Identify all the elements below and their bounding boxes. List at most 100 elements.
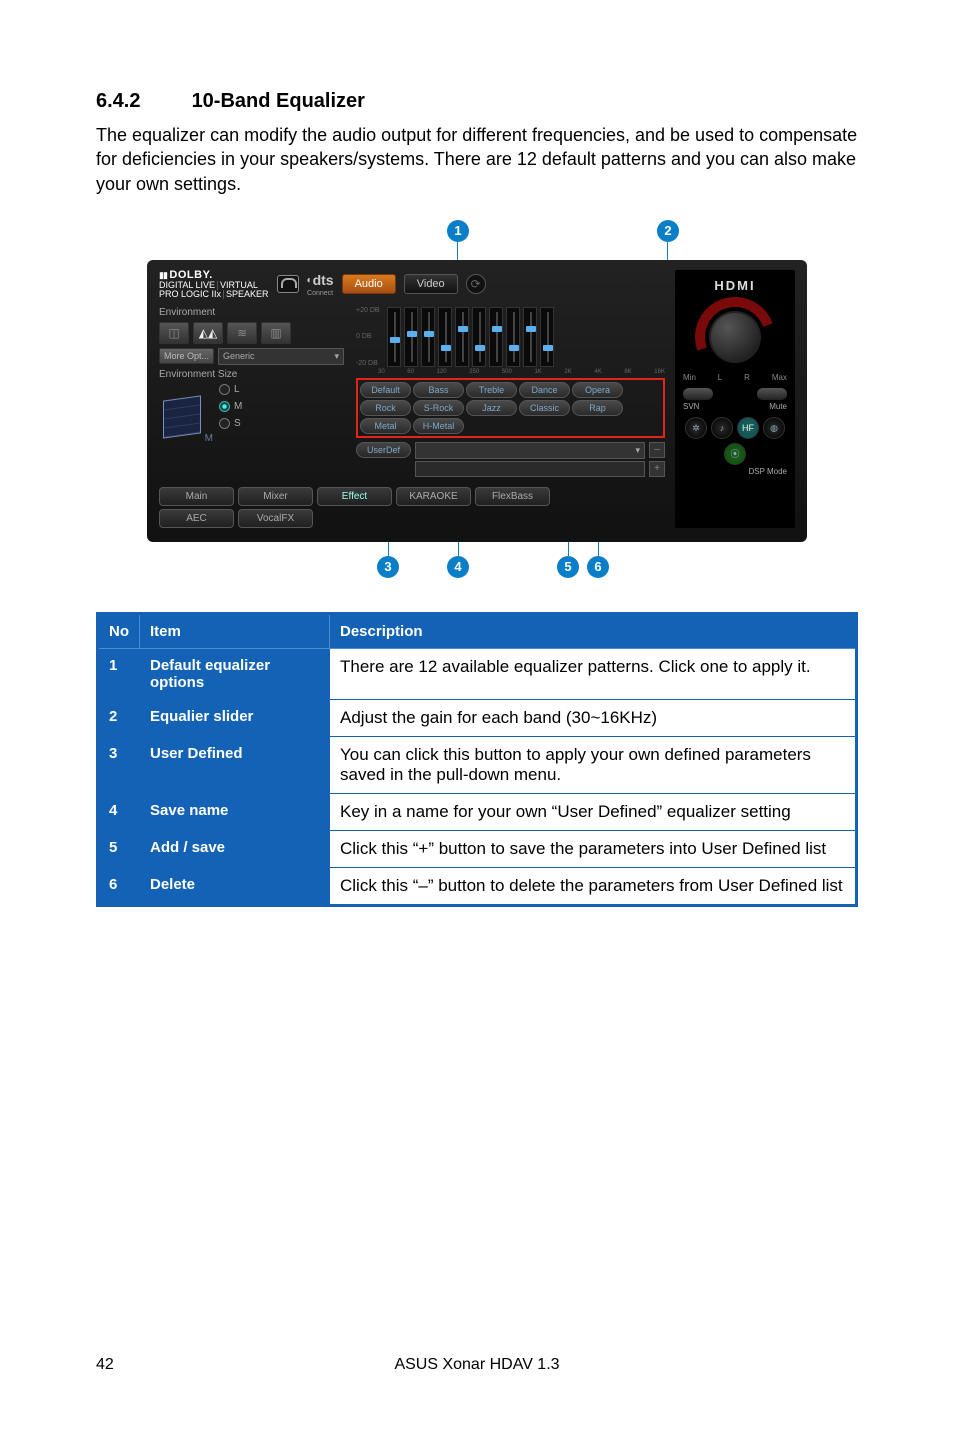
environment-label: Environment (159, 307, 344, 318)
mode-icon-2[interactable]: ♪ (711, 417, 733, 439)
row-item: Default equalizer options (140, 648, 330, 699)
callouts-top: 1 2 (147, 220, 807, 260)
preset-dance[interactable]: Dance (519, 382, 570, 398)
eq-band-slider[interactable] (387, 307, 401, 367)
section-heading: 6.4.2 10-Band Equalizer (96, 90, 858, 113)
bottom-tab-bar: Main Mixer Effect KARAOKE FlexBass (159, 487, 665, 506)
size-radio-s[interactable]: S (219, 418, 242, 429)
row-desc: Key in a name for your own “User Defined… (330, 793, 857, 830)
callout-3: 3 (377, 556, 399, 578)
eq-band-slider[interactable] (455, 307, 469, 367)
callout-5-line (568, 542, 569, 556)
eq-band-slider[interactable] (404, 307, 418, 367)
size-radio-group: L M S (219, 384, 242, 444)
row-no: 5 (98, 830, 140, 867)
delete-preset-button[interactable]: – (649, 442, 665, 458)
svn-toggle[interactable] (683, 388, 713, 400)
eq-band-slider[interactable] (540, 307, 554, 367)
preset-default[interactable]: Default (360, 382, 411, 398)
video-tab[interactable]: Video (404, 274, 458, 294)
chevron-down-icon: ▾ (334, 351, 339, 362)
tab-effect[interactable]: Effect (317, 487, 392, 506)
callout-2-line (667, 242, 668, 260)
row-no: 2 (98, 699, 140, 736)
eq-band-slider[interactable] (421, 307, 435, 367)
tab-vocalfx[interactable]: VocalFX (238, 509, 313, 528)
preset-metal[interactable]: Metal (360, 418, 411, 434)
eq-band-label: 250 (469, 369, 479, 375)
environment-size-label: Environment Size (159, 369, 344, 380)
row-no: 4 (98, 793, 140, 830)
env-icon-bathroom[interactable]: ◫ (159, 322, 189, 344)
mode-icon-5[interactable]: ⦿ (724, 443, 746, 465)
eq-band-slider[interactable] (472, 307, 486, 367)
preset-jazz[interactable]: Jazz (466, 400, 517, 416)
refresh-icon[interactable]: ⟳ (466, 274, 486, 294)
env-icon-mountain[interactable]: ◭◭ (193, 322, 223, 344)
mute-toggle[interactable] (757, 388, 787, 400)
userdef-button[interactable]: UserDef (356, 442, 411, 458)
eq-band-label: 4K (594, 369, 601, 375)
size-radio-l[interactable]: L (219, 384, 242, 395)
userdef-dropdown[interactable]: ▾ (415, 442, 645, 459)
env-icon-hall[interactable]: ▥ (261, 322, 291, 344)
row-item: Delete (140, 867, 330, 905)
row-desc: Click this “+” button to save the parame… (330, 830, 857, 867)
mode-icon-1[interactable]: ✲ (685, 417, 707, 439)
mode-icon-hf[interactable]: HF (737, 417, 759, 439)
preset-opera[interactable]: Opera (572, 382, 623, 398)
row-desc: You can click this button to apply your … (330, 736, 857, 793)
eq-band-label: 60 (407, 369, 414, 375)
env-icon-underwater[interactable]: ≋ (227, 322, 257, 344)
eq-band-slider[interactable] (489, 307, 503, 367)
tab-main[interactable]: Main (159, 487, 234, 506)
callout-1-line (457, 242, 458, 260)
preset-hmetal[interactable]: H-Metal (413, 418, 464, 434)
eq-band-slider[interactable] (506, 307, 520, 367)
preset-rap[interactable]: Rap (572, 400, 623, 416)
row-no: 3 (98, 736, 140, 793)
size-radio-m[interactable]: M (219, 401, 242, 412)
add-preset-button[interactable]: + (649, 461, 665, 477)
callout-2: 2 (657, 220, 679, 242)
row-desc: Adjust the gain for each band (30~16KHz) (330, 699, 857, 736)
chevron-down-icon: ▾ (635, 445, 640, 456)
product-name: ASUS Xonar HDAV 1.3 (176, 1356, 778, 1374)
preset-treble[interactable]: Treble (466, 382, 517, 398)
screenshot-figure: 1 2 ▮▮ DOLBY. DIGITAL LIVE VIRTUAL PRO L… (147, 220, 807, 582)
eq-band-label: 16K (654, 369, 665, 375)
volume-sidebar: HDMI Min L R Max SVN Mute ✲ ♪ (675, 270, 795, 528)
preset-rock[interactable]: Rock (360, 400, 411, 416)
eq-band-slider[interactable] (523, 307, 537, 367)
table-row: 3User DefinedYou can click this button t… (98, 736, 857, 793)
tab-aec[interactable]: AEC (159, 509, 234, 528)
preset-classic[interactable]: Classic (519, 400, 570, 416)
audio-tab[interactable]: Audio (342, 274, 396, 294)
table-row: 2Equalier sliderAdjust the gain for each… (98, 699, 857, 736)
tab-karaoke[interactable]: KARAOKE (396, 487, 471, 506)
eq-band-label: 30 (378, 369, 385, 375)
table-row: 4Save nameKey in a name for your own “Us… (98, 793, 857, 830)
env-dropdown-value: Generic (223, 351, 255, 361)
section-title-text: 10-Band Equalizer (192, 90, 365, 112)
eq-band-slider[interactable] (438, 307, 452, 367)
environment-dropdown[interactable]: Generic ▾ (218, 348, 344, 365)
tab-mixer[interactable]: Mixer (238, 487, 313, 506)
preset-bass[interactable]: Bass (413, 382, 464, 398)
preset-srock[interactable]: S-Rock (413, 400, 464, 416)
callouts-bottom: 3 4 5 6 (147, 542, 807, 582)
eq-band-label: 500 (502, 369, 512, 375)
save-name-input[interactable] (415, 461, 645, 477)
eq-band-label: 2K (564, 369, 571, 375)
tab-flexbass[interactable]: FlexBass (475, 487, 550, 506)
shot-left-panel: ▮▮ DOLBY. DIGITAL LIVE VIRTUAL PRO LOGIC… (159, 270, 665, 528)
volume-knob[interactable] (690, 303, 780, 373)
mode-icon-4[interactable]: ◍ (763, 417, 785, 439)
dolby-logo: ▮▮ DOLBY. DIGITAL LIVE VIRTUAL PRO LOGIC… (159, 270, 269, 299)
row-item: User Defined (140, 736, 330, 793)
more-options-button[interactable]: More Opt... (159, 348, 214, 364)
page-footer: 42 ASUS Xonar HDAV 1.3 (96, 1356, 858, 1374)
row-item: Equalier slider (140, 699, 330, 736)
headphone-icon[interactable] (277, 275, 299, 293)
eq-preset-grid: Default Bass Treble Dance Opera Rock S-R… (356, 378, 665, 438)
